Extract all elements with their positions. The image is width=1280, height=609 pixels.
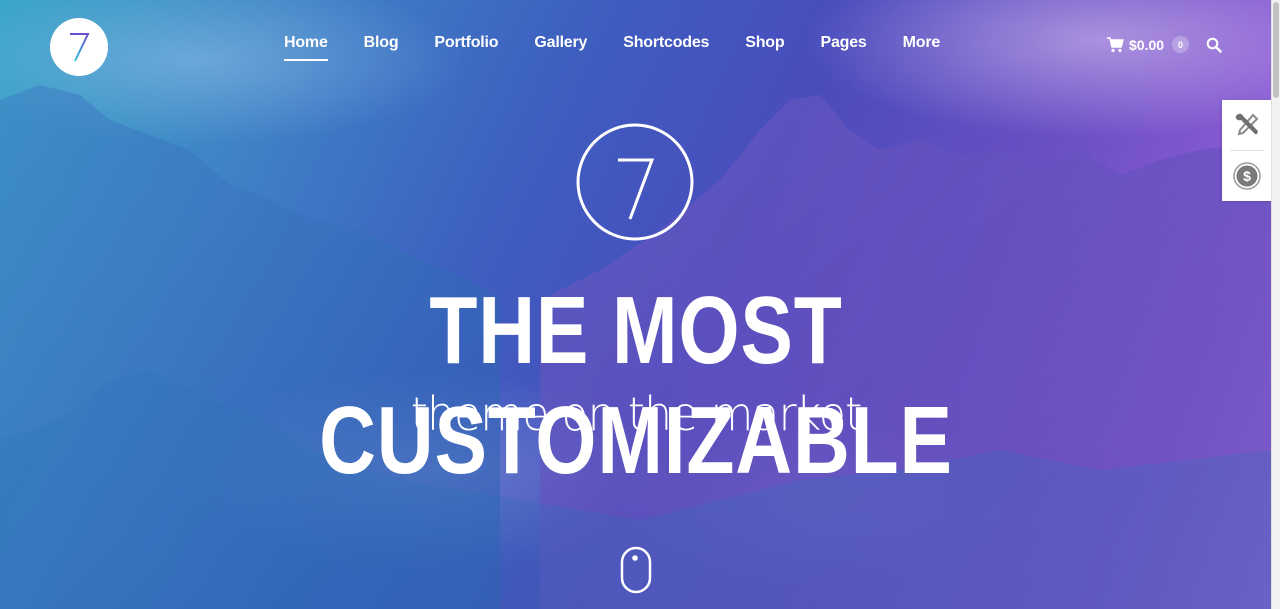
- nav-blog[interactable]: Blog: [364, 34, 399, 52]
- nav-portfolio[interactable]: Portfolio: [434, 34, 498, 52]
- nav-gallery[interactable]: Gallery: [534, 34, 587, 52]
- seven-circle-icon: [576, 123, 694, 241]
- cart-icon: [1107, 36, 1124, 52]
- side-widget-panel: $: [1222, 100, 1272, 201]
- mouse-scroll-icon: [620, 546, 652, 594]
- cart-total: $0.00: [1129, 36, 1165, 53]
- site-logo[interactable]: [50, 18, 108, 76]
- hero-subheadline: theme on the market: [410, 387, 863, 441]
- logo-seven-icon: [70, 33, 90, 62]
- svg-text:$: $: [1243, 168, 1251, 184]
- hero-logo-badge: [576, 123, 694, 241]
- tools-icon: [1235, 113, 1259, 136]
- nav-pages[interactable]: Pages: [820, 34, 866, 52]
- nav-shortcodes[interactable]: Shortcodes: [623, 34, 709, 52]
- cart-count-badge: 0: [1172, 36, 1190, 53]
- customize-button[interactable]: [1222, 100, 1272, 150]
- nav-shop[interactable]: Shop: [745, 34, 784, 52]
- scrollbar-thumb[interactable]: [1273, 2, 1279, 98]
- nav-home[interactable]: Home: [284, 34, 328, 61]
- search-button[interactable]: [1206, 37, 1222, 58]
- main-nav: Home Blog Portfolio Gallery Shortcodes S…: [284, 34, 976, 61]
- purchase-button[interactable]: $: [1222, 151, 1272, 201]
- search-icon: [1206, 37, 1222, 53]
- cart-button[interactable]: $0.00 0: [1107, 36, 1190, 53]
- dollar-icon: $: [1233, 162, 1261, 190]
- page-scrollbar[interactable]: [1271, 0, 1280, 609]
- scroll-down-button[interactable]: [620, 546, 652, 599]
- nav-more[interactable]: More: [903, 34, 941, 52]
